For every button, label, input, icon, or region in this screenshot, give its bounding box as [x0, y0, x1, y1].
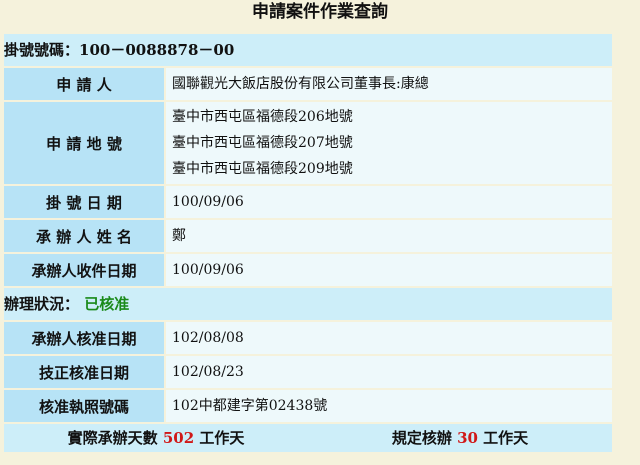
license-number-value: 102中都建字第02438號: [166, 390, 612, 422]
handler-approve-date-value: 102/08/08: [166, 322, 612, 354]
status-header: 辦理狀況： 已核准: [4, 288, 612, 320]
status-value: 已核准: [84, 295, 130, 313]
actual-days-count: 502: [162, 429, 195, 447]
land-number-row: 申 請 地 號 臺中市西屯區福德段206地號 臺中市西屯區福德段207地號 臺中…: [4, 102, 612, 184]
rule-days-label: 規定核辦: [391, 429, 452, 447]
applicant-value: 國聯觀光大飯店股份有限公司董事長:康總: [166, 68, 612, 100]
register-number-label: 掛號號碼：: [4, 41, 80, 59]
register-date-label: 掛 號 日 期: [4, 186, 164, 218]
register-date-value: 100/09/06: [166, 186, 612, 218]
license-number-label: 核准執照號碼: [4, 390, 164, 422]
handler-name-label: 承 辦 人 姓 名: [4, 220, 164, 252]
handler-approve-date-row: 承辦人核准日期 102/08/08: [4, 322, 612, 354]
handler-approve-date-text: 102/08/08: [172, 330, 244, 346]
query-result-table: 掛號號碼： 100－0088878－00 申 請 人 國聯觀光大飯店股份有限公司董…: [4, 34, 612, 452]
engineer-approve-date-text: 102/08/23: [172, 364, 244, 380]
register-date-text: 100/09/06: [172, 194, 244, 210]
register-number-header: 掛號號碼： 100－0088878－00: [4, 34, 612, 66]
working-days-footer: 實際承辦天數 502 工作天 規定核辦 30 工作天: [4, 424, 612, 452]
applicant-label: 申 請 人: [4, 68, 164, 100]
receive-date-text: 100/09/06: [172, 262, 244, 278]
applicant-name: 國聯觀光大飯店股份有限公司董事長:康總: [172, 76, 429, 92]
page-title: 申請案件作業查詢: [252, 2, 388, 22]
register-number-value: 100－0088878－00: [79, 41, 235, 59]
receive-date-row: 承辦人收件日期 100/09/06: [4, 254, 612, 286]
engineer-approve-date-row: 技正核准日期 102/08/23: [4, 356, 612, 388]
receive-date-label: 承辦人收件日期: [4, 254, 164, 286]
handler-name-text: 鄭: [172, 228, 186, 244]
engineer-approve-date-label: 技正核准日期: [4, 356, 164, 388]
license-number-text: 102中都建字第02438號: [172, 398, 328, 414]
engineer-approve-date-value: 102/08/23: [166, 356, 612, 388]
land-number-label: 申 請 地 號: [4, 102, 164, 184]
rule-days: 規定核辦 30 工作天: [308, 424, 612, 452]
actual-days-label: 實際承辦天數: [67, 429, 158, 447]
rule-days-unit: 工作天: [483, 429, 529, 447]
applicant-row: 申 請 人 國聯觀光大飯店股份有限公司董事長:康總: [4, 68, 612, 100]
land-number-values: 臺中市西屯區福德段206地號 臺中市西屯區福德段207地號 臺中市西屯區福德段2…: [166, 102, 612, 184]
handler-name-row: 承 辦 人 姓 名 鄭: [4, 220, 612, 252]
rule-days-count: 30: [457, 429, 478, 447]
land-number-item: 臺中市西屯區福德段206地號: [172, 109, 353, 125]
actual-days-unit: 工作天: [199, 429, 245, 447]
handler-approve-date-label: 承辦人核准日期: [4, 322, 164, 354]
register-date-row: 掛 號 日 期 100/09/06: [4, 186, 612, 218]
receive-date-value: 100/09/06: [166, 254, 612, 286]
handler-name-value: 鄭: [166, 220, 612, 252]
status-label: 辦理狀況：: [4, 295, 80, 313]
land-number-item: 臺中市西屯區福德段209地號: [172, 161, 353, 177]
land-number-item: 臺中市西屯區福德段207地號: [172, 135, 353, 151]
actual-days: 實際承辦天數 502 工作天: [4, 424, 308, 452]
license-number-row: 核准執照號碼 102中都建字第02438號: [4, 390, 612, 422]
